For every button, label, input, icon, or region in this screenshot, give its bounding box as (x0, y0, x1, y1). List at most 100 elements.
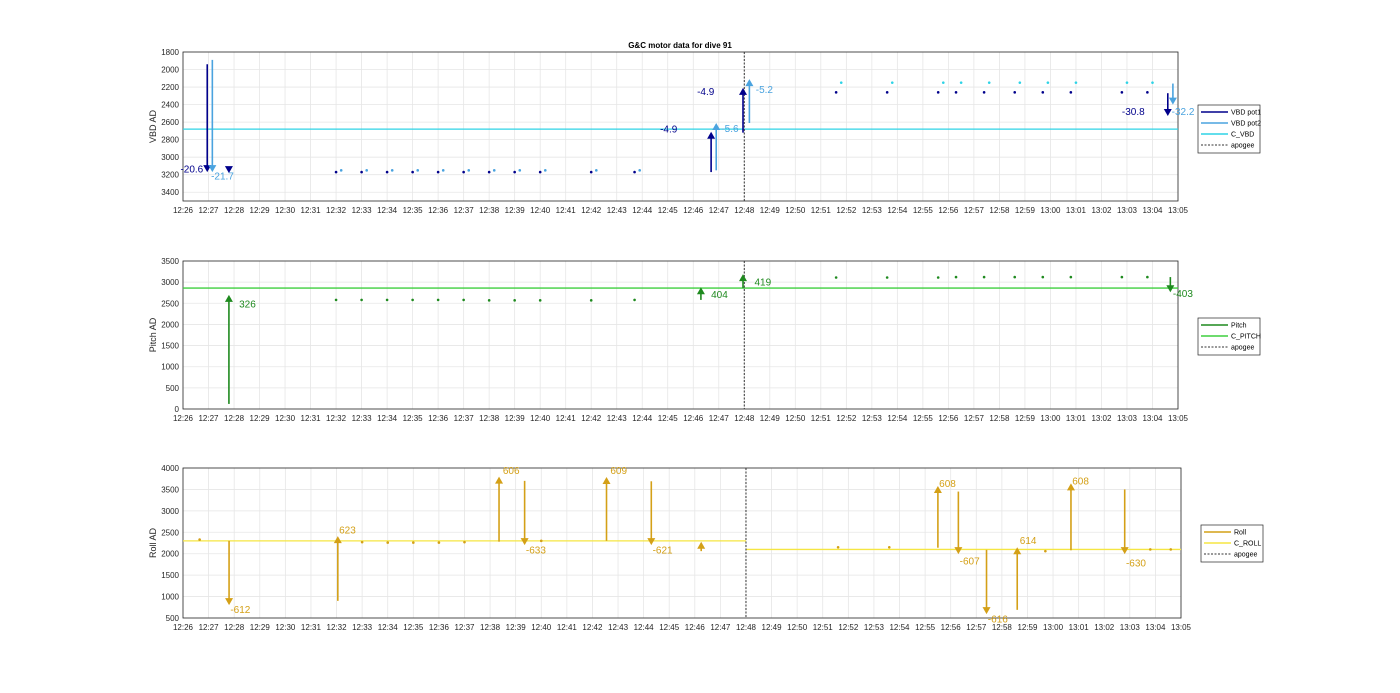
data-point (411, 170, 414, 174)
value-annotation: 419 (754, 278, 771, 289)
data-point (959, 81, 963, 84)
data-point (589, 170, 593, 174)
x-tick-label: 12:45 (658, 414, 679, 423)
value-annotation: -621 (653, 545, 673, 556)
legend: Pitch C_PITCHapogee (1197, 317, 1261, 356)
x-tick-label: 12:27 (198, 206, 219, 215)
x-tick-label: 12:50 (785, 206, 806, 215)
data-point (1148, 548, 1152, 551)
legend-label: VBD pot2 (1231, 121, 1261, 128)
y-tick-label: 3400 (161, 188, 179, 197)
data-point (416, 169, 420, 172)
x-tick-label: 13:02 (1094, 623, 1115, 632)
x-tick-label: 13:05 (1171, 623, 1192, 632)
x-tick-label: 12:53 (864, 623, 885, 632)
x-tick-label: 12:44 (632, 414, 653, 423)
value-annotation: -32.2 (1172, 107, 1195, 118)
x-tick-label: 12:39 (505, 414, 526, 423)
x-tick-label: 12:57 (964, 206, 985, 215)
x-tick-label: 12:28 (224, 206, 245, 215)
x-tick-label: 13:03 (1117, 206, 1138, 215)
data-point (412, 541, 415, 544)
legend-label: C_ROLL (1234, 541, 1261, 548)
x-tick-label: 12:41 (557, 623, 578, 632)
value-annotation: 608 (1072, 476, 1089, 487)
value-annotation: -5.2 (756, 85, 774, 96)
x-tick-label: 12:37 (454, 414, 475, 423)
value-annotation: -612 (230, 605, 250, 616)
x-tick-label: 12:48 (734, 206, 755, 215)
legend-label: Roll (1234, 530, 1247, 537)
x-tick-label: 12:56 (941, 623, 962, 632)
x-tick-label: 12:46 (683, 206, 704, 215)
x-tick-label: 12:33 (352, 206, 373, 215)
value-annotation: -633 (526, 545, 546, 556)
x-tick-label: 13:04 (1142, 206, 1163, 215)
y-tick-label: 2000 (161, 66, 179, 75)
value-annotation: -21.7 (211, 172, 234, 183)
data-point (1151, 81, 1154, 84)
y-tick-label: 1000 (161, 363, 179, 372)
value-annotation: -607 (960, 556, 980, 567)
data-point (436, 298, 440, 302)
x-tick-label: 12:53 (862, 414, 883, 423)
plot-area (183, 261, 1178, 409)
y-tick-label: 500 (166, 384, 180, 393)
data-point (954, 275, 958, 279)
x-tick-label: 12:32 (327, 623, 348, 632)
data-point (462, 298, 465, 302)
data-point (360, 170, 363, 174)
x-tick-label: 13:04 (1145, 623, 1166, 632)
data-point (839, 81, 843, 84)
x-tick-label: 12:52 (838, 623, 859, 632)
y-tick-label: 2500 (161, 528, 179, 537)
x-tick-label: 12:42 (582, 623, 603, 632)
legend-label: apogee (1231, 143, 1254, 150)
data-point (487, 170, 491, 174)
value-annotation: 326 (239, 300, 256, 311)
value-annotation: -4.9 (697, 87, 715, 98)
x-tick-label: 12:37 (454, 206, 475, 215)
x-tick-label: 13:03 (1120, 623, 1141, 632)
x-tick-label: 12:35 (403, 623, 424, 632)
x-tick-label: 12:43 (608, 623, 629, 632)
x-tick-label: 12:42 (581, 206, 602, 215)
legend-label: C_VBD (1231, 132, 1254, 139)
x-tick-label: 12:31 (301, 414, 322, 423)
legend-label: apogee (1231, 345, 1254, 352)
x-tick-label: 12:43 (607, 206, 628, 215)
x-tick-label: 12:50 (785, 414, 806, 423)
x-tick-label: 12:54 (889, 623, 910, 632)
x-tick-label: 12:49 (760, 414, 781, 423)
x-tick-label: 12:46 (683, 414, 704, 423)
data-point (885, 91, 889, 94)
x-tick-label: 13:01 (1066, 414, 1087, 423)
x-tick-label: 12:47 (709, 206, 730, 215)
y-tick-label: 2000 (161, 550, 179, 559)
x-tick-label: 12:48 (734, 414, 755, 423)
data-point (1041, 91, 1045, 94)
x-tick-label: 12:59 (1017, 623, 1038, 632)
y-tick-label: 4000 (161, 464, 179, 473)
x-tick-label: 12:27 (198, 414, 219, 423)
data-point (360, 298, 363, 302)
y-tick-label: 3500 (161, 485, 179, 494)
x-tick-label: 12:42 (581, 414, 602, 423)
chart-panels: 12:26 12:27 12:28 12:29 12:30 12:31 12:32 12:33… (148, 48, 1264, 632)
x-tick-label: 12:32 (326, 414, 347, 423)
x-tick-label: 12:54 (887, 414, 908, 423)
x-tick-label: 12:43 (607, 414, 628, 423)
x-tick-label: 12:33 (352, 414, 373, 423)
x-tick-label: 13:04 (1142, 414, 1163, 423)
y-tick-label: 2800 (161, 136, 179, 145)
x-tick-label: 13:00 (1040, 206, 1061, 215)
y-tick-label: 2500 (161, 299, 179, 308)
x-tick-label: 12:30 (275, 206, 296, 215)
data-point (365, 169, 368, 172)
data-point (1146, 275, 1149, 279)
x-tick-label: 12:45 (659, 623, 680, 632)
x-tick-label: 12:26 (173, 414, 194, 423)
value-annotation: 609 (610, 466, 627, 477)
data-point (1120, 275, 1124, 279)
value-annotation: 614 (1020, 536, 1037, 547)
